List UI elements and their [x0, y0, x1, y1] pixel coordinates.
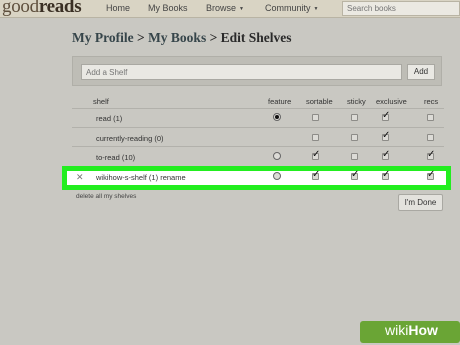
recs-checkbox[interactable] [427, 134, 434, 141]
watermark-text: wikiHow [385, 322, 438, 338]
add-shelf-button[interactable]: Add [407, 64, 435, 80]
nav-my-books[interactable]: My Books [148, 3, 188, 13]
sticky-checkbox[interactable] [351, 114, 358, 121]
nav-home[interactable]: Home [106, 3, 130, 13]
sticky-checkbox[interactable] [351, 169, 359, 180]
done-button[interactable]: I'm Done [398, 194, 443, 211]
add-shelf-panel: Add [72, 56, 442, 86]
exclusive-checkbox[interactable] [382, 130, 390, 141]
column-header-exclusive: exclusive [376, 97, 407, 106]
top-nav-bar: goodreads Home My Books Browse ▼ Communit… [0, 0, 460, 18]
goodreads-logo[interactable]: goodreads [2, 0, 82, 18]
feature-radio[interactable] [273, 152, 281, 160]
divider [72, 108, 444, 109]
nav-browse[interactable]: Browse ▼ [206, 3, 244, 13]
sticky-checkbox[interactable] [351, 134, 358, 141]
rename-link[interactable]: rename [160, 173, 185, 182]
shelf-name-label[interactable]: wikihow-s-shelf (1) [96, 173, 158, 182]
recs-checkbox[interactable] [427, 114, 434, 121]
column-header-feature: feature [268, 97, 292, 106]
column-header-recs: recs [424, 97, 439, 106]
shelf-name-currently-reading[interactable]: currently-reading (0) [96, 134, 164, 143]
recs-checkbox[interactable] [427, 169, 435, 180]
exclusive-checkbox[interactable] [382, 169, 390, 180]
sticky-checkbox[interactable] [351, 153, 358, 160]
add-shelf-input[interactable] [81, 64, 402, 80]
feature-radio[interactable] [273, 172, 281, 180]
column-header-shelf: shelf [93, 97, 109, 106]
shelf-name-wikihow: wikihow-s-shelf (1) rename [96, 173, 186, 182]
feature-radio[interactable] [273, 113, 281, 121]
chevron-down-icon: ▼ [239, 5, 244, 12]
shelf-name-to-read[interactable]: to-read (10) [96, 153, 135, 162]
search-input[interactable] [342, 1, 460, 16]
breadcrumb-my-books[interactable]: My Books [148, 30, 206, 45]
divider [72, 146, 444, 147]
nav-community-label: Community [265, 3, 311, 13]
chevron-down-icon: ▼ [313, 5, 319, 12]
sortable-checkbox[interactable] [312, 169, 320, 180]
divider [72, 127, 444, 128]
breadcrumb-separator: > [209, 30, 218, 45]
shelf-name-read[interactable]: read (1) [96, 114, 122, 123]
recs-checkbox[interactable] [427, 149, 435, 160]
watermark-wiki: wiki [385, 322, 409, 338]
sortable-checkbox[interactable] [312, 114, 319, 121]
exclusive-checkbox[interactable] [382, 110, 390, 121]
breadcrumb-separator: > [136, 30, 145, 45]
wikihow-watermark: wikiHow [360, 316, 460, 345]
logo-part-light: good [2, 0, 39, 17]
logo-part-bold: reads [38, 0, 82, 17]
nav-browse-label: Browse [206, 3, 237, 13]
sortable-checkbox[interactable] [312, 149, 320, 160]
breadcrumb: My Profile > My Books > Edit Shelves [72, 30, 292, 46]
page-title: Edit Shelves [220, 30, 292, 45]
breadcrumb-my-profile[interactable]: My Profile [72, 30, 134, 45]
nav-community[interactable]: Community ▼ [265, 3, 318, 13]
watermark-how: How [408, 322, 438, 338]
column-header-sticky: sticky [347, 97, 366, 106]
exclusive-checkbox[interactable] [382, 149, 390, 160]
column-header-sortable: sortable [306, 97, 333, 106]
delete-all-shelves-link[interactable]: delete all my shelves [76, 193, 136, 200]
sortable-checkbox[interactable] [312, 134, 319, 141]
delete-shelf-icon[interactable]: ✕ [76, 172, 84, 183]
